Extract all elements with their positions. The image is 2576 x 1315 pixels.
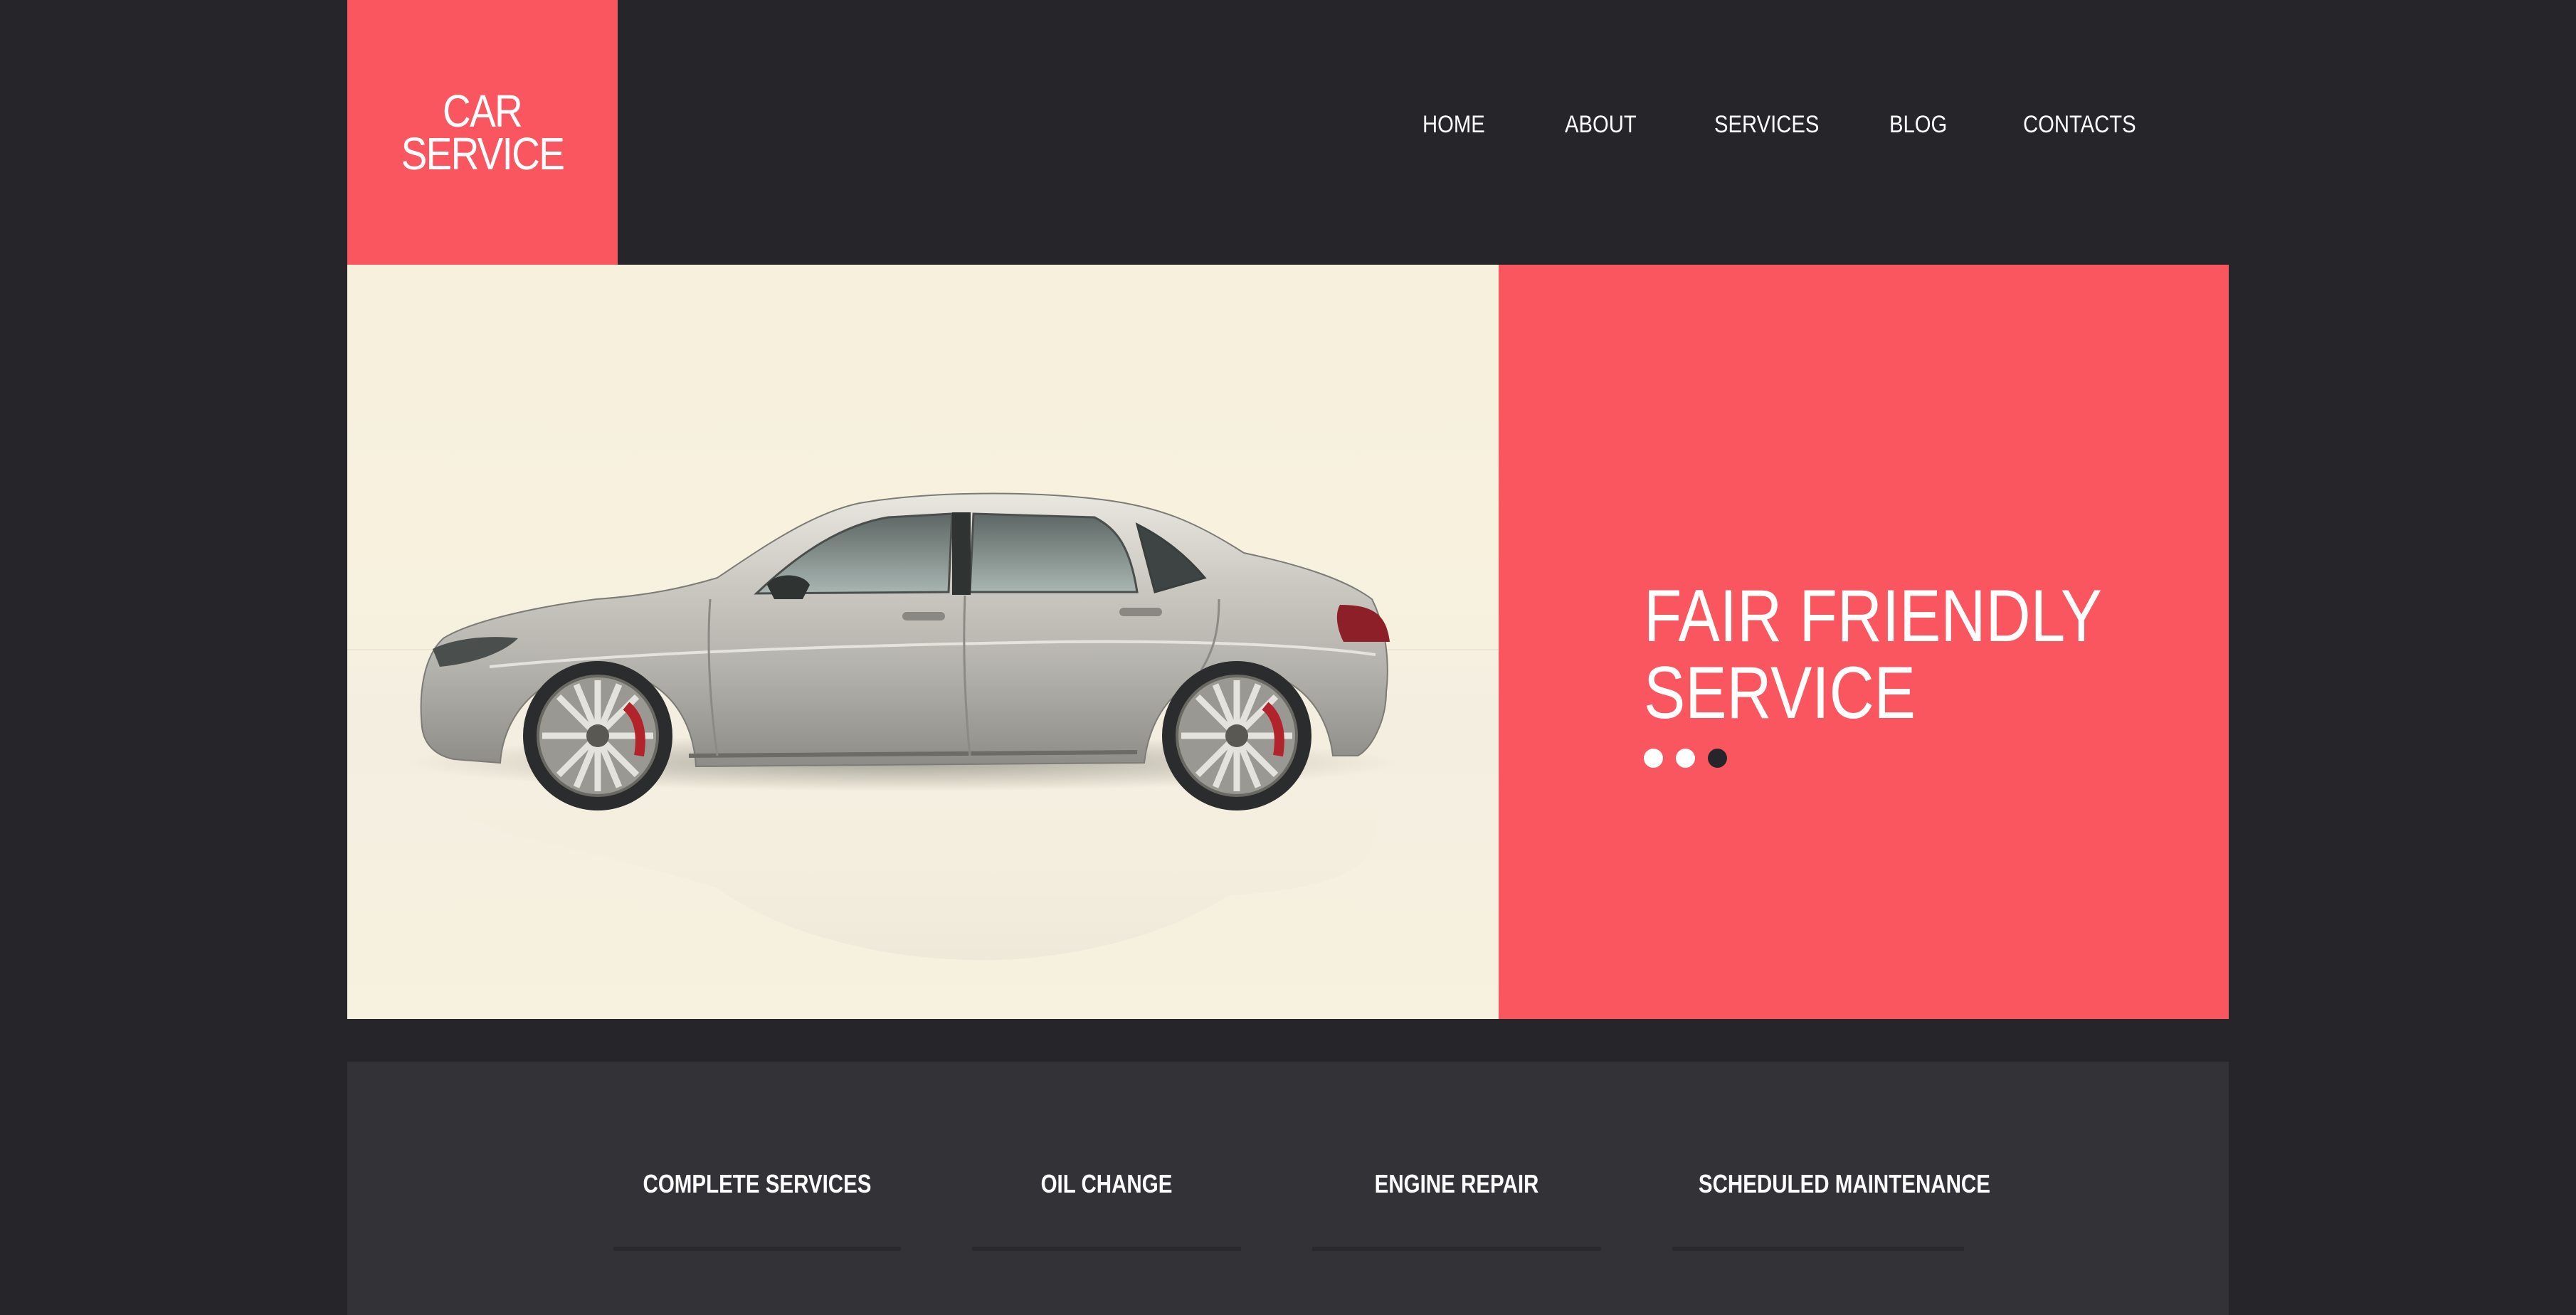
rear-wheel bbox=[1162, 661, 1311, 810]
service-engine-repair: ENGINE REPAIR bbox=[1312, 1167, 1601, 1252]
service-oil-change: OIL CHANGE bbox=[972, 1167, 1241, 1252]
services-strip: COMPLETE SERVICES OIL CHANGE ENGINE REPA… bbox=[347, 1062, 2229, 1315]
service-divider bbox=[1312, 1247, 1601, 1251]
slider-dot-1[interactable] bbox=[1644, 749, 1663, 768]
nav-item-about[interactable]: ABOUT bbox=[1565, 107, 1637, 142]
nav-item-blog[interactable]: BLOG bbox=[1889, 107, 1947, 142]
service-title[interactable]: COMPLETE SERVICES bbox=[639, 1167, 875, 1201]
service-title[interactable]: ENGINE REPAIR bbox=[1339, 1167, 1575, 1201]
service-scheduled-maintenance: SCHEDULED MAINTENANCE bbox=[1672, 1167, 1990, 1252]
car-illustration bbox=[347, 492, 1499, 961]
service-divider bbox=[972, 1247, 1241, 1251]
service-divider bbox=[613, 1247, 901, 1251]
hero-panel: FAIR FRIENDLY SERVICE bbox=[1499, 265, 2229, 1019]
hero-title: FAIR FRIENDLY SERVICE bbox=[1644, 578, 2122, 732]
service-divider bbox=[1672, 1247, 1964, 1251]
main-nav: HOME ABOUT SERVICES BLOG CONTACTS bbox=[0, 107, 2576, 142]
slider-dots bbox=[1644, 749, 1727, 769]
nav-item-services[interactable]: SERVICES bbox=[1714, 107, 1819, 142]
nav-item-home[interactable]: HOME bbox=[1422, 107, 1485, 142]
slider-dot-3-active[interactable] bbox=[1708, 749, 1727, 768]
slider-dot-2[interactable] bbox=[1676, 749, 1695, 768]
service-complete-services: COMPLETE SERVICES bbox=[613, 1167, 901, 1252]
hero-title-line-2: SERVICE bbox=[1644, 652, 1916, 734]
page: CAR SERVICE HOME ABOUT SERVICES BLOG CON… bbox=[0, 0, 2576, 1315]
front-wheel bbox=[523, 661, 672, 810]
hero-car-image bbox=[347, 265, 1499, 1019]
nav-item-contacts[interactable]: CONTACTS bbox=[2023, 107, 2136, 142]
service-title[interactable]: OIL CHANGE bbox=[996, 1167, 1217, 1201]
hero-title-line-1: FAIR FRIENDLY bbox=[1644, 575, 2102, 658]
service-title[interactable]: SCHEDULED MAINTENANCE bbox=[1699, 1167, 1990, 1201]
